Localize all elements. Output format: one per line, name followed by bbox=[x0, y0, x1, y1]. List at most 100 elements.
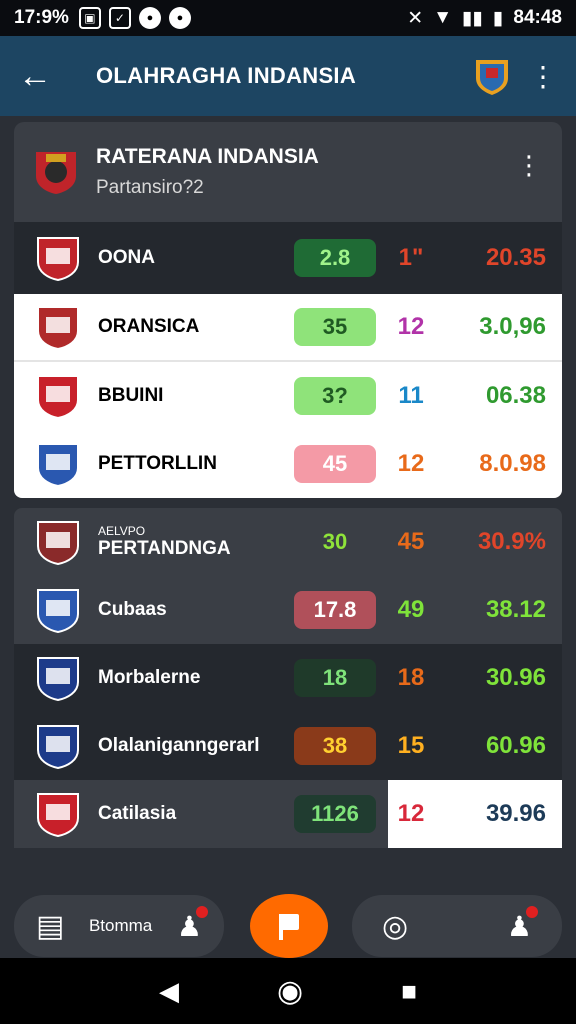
percentage-value: 30.9% bbox=[477, 528, 546, 555]
app-title: OLAHRAGHA INDANSIA bbox=[96, 63, 357, 88]
table-row[interactable]: ORANSICA 35 12 3.0,96 bbox=[14, 294, 562, 362]
team-name-text: Morbalerne bbox=[98, 667, 201, 688]
points-value: 15 bbox=[397, 732, 425, 759]
team-logo-icon bbox=[37, 725, 79, 770]
card-subtitle: Partansiro?2 bbox=[96, 177, 204, 198]
score-pill: 1126 bbox=[294, 795, 376, 833]
team-name-text: Catilasia bbox=[98, 803, 177, 824]
percentage-value: 39.96 bbox=[485, 800, 546, 827]
table-row[interactable]: Olalaniganngerarl 38 15 60.96 bbox=[14, 712, 562, 780]
chat-notification-icon: ● bbox=[168, 7, 191, 29]
team-logo-icon bbox=[37, 657, 79, 702]
team-logo-icon bbox=[37, 521, 79, 566]
team-logo-icon bbox=[37, 375, 79, 420]
stadium-icon[interactable]: ▤ bbox=[36, 909, 64, 944]
team-logo-icon bbox=[37, 589, 79, 634]
system-nav-bar: ◀ ◉ ■ bbox=[0, 958, 576, 1024]
team-logo-icon bbox=[37, 306, 79, 351]
score-pill: 35 bbox=[294, 308, 376, 346]
table-row[interactable]: AELVPO PERTANDNGA 30 45 30.9% bbox=[14, 508, 562, 576]
points-value: 12 bbox=[397, 800, 425, 827]
back-arrow-icon[interactable]: ← bbox=[18, 57, 62, 96]
percentage-value: 8.0.98 bbox=[479, 450, 546, 477]
team-name-text: Cubaas bbox=[98, 599, 167, 620]
points-value: 11 bbox=[398, 382, 424, 409]
team-name-text: OONA bbox=[98, 247, 155, 268]
percentage-value: 60.96 bbox=[485, 732, 546, 759]
points-value: 1" bbox=[398, 244, 424, 271]
points-value: 12 bbox=[397, 450, 425, 477]
team-name-text: BBUINI bbox=[98, 385, 164, 406]
team-name: Catilasia bbox=[98, 803, 288, 825]
system-home-icon[interactable]: ◉ bbox=[277, 974, 303, 1009]
table-row[interactable]: BBUINI 3? 11 06.38 bbox=[14, 362, 562, 430]
percentage-value: 06.38 bbox=[485, 382, 546, 409]
ball-icon[interactable]: ◎ bbox=[382, 909, 408, 944]
team-name: Cubaas bbox=[98, 599, 288, 621]
points-value: 12 bbox=[397, 313, 425, 340]
overflow-menu-icon[interactable]: ⋮ bbox=[528, 60, 558, 93]
team-name: Olalaniganngerarl bbox=[98, 735, 288, 757]
card-header: RATERANA INDANSIA Partansiro?2 ⋮ bbox=[14, 122, 562, 222]
status-time: 17:9% bbox=[14, 7, 69, 28]
percentage-value: 20.35 bbox=[485, 244, 546, 271]
team-subtitle: AELVPO bbox=[98, 524, 146, 538]
team-name: Morbalerne bbox=[98, 667, 288, 689]
team-logo-icon bbox=[37, 237, 79, 282]
wifi-icon: ▼ bbox=[433, 7, 452, 28]
bottom-nav: ▤ Btomma ♟ ◎ ♟ bbox=[14, 894, 562, 958]
status-bar: 17:9% ▣ ✓ ● ● ✕ ▼ ▮▮ ▮ 84:48 bbox=[0, 0, 576, 36]
points-value: 45 bbox=[397, 528, 425, 555]
standings-list: OONA 2.8 1" 20.35 ORANSICA 35 12 3.0,96 BBUINI 3?… bbox=[14, 222, 562, 848]
nav-left-group: ▤ Btomma ♟ bbox=[14, 895, 224, 957]
status-notification-icons: ▣ ✓ ● ● bbox=[78, 7, 191, 29]
flag-icon bbox=[279, 914, 299, 940]
team-name: OONA bbox=[98, 247, 288, 269]
percentage-value: 38.12 bbox=[485, 596, 546, 623]
percentage-value: 3.0,96 bbox=[479, 313, 546, 340]
status-clock: 84:48 bbox=[513, 7, 562, 28]
table-row[interactable]: PETTORLLIN 45 12 8.0.98 bbox=[14, 430, 562, 498]
system-back-icon[interactable]: ◀ bbox=[159, 976, 179, 1007]
image-notification-icon: ▣ bbox=[78, 7, 101, 29]
card-overflow-icon[interactable]: ⋮ bbox=[516, 150, 542, 181]
team-logo-icon bbox=[37, 443, 79, 488]
score-pill: 3? bbox=[294, 377, 376, 415]
team-name-text: ORANSICA bbox=[98, 316, 200, 337]
nav-left-label[interactable]: Btomma bbox=[89, 916, 152, 936]
center-flag-button[interactable] bbox=[250, 894, 328, 958]
score-pill: 45 bbox=[294, 445, 376, 483]
app-bar: ← OLAHRAGHA INDANSIA ⋮ bbox=[0, 36, 576, 116]
percentage-value: 30.96 bbox=[485, 664, 546, 691]
score-pill: 2.8 bbox=[294, 239, 376, 277]
team-logo-icon bbox=[37, 793, 79, 838]
score-pill: 30 bbox=[322, 529, 348, 554]
team-name: BBUINI bbox=[98, 385, 288, 407]
notification-user-icon[interactable]: ♟ bbox=[177, 905, 208, 943]
points-value: 49 bbox=[397, 596, 425, 623]
team-name-text: PERTANDNGA bbox=[98, 538, 231, 559]
battery-icon: ▮ bbox=[492, 7, 504, 29]
system-recents-icon[interactable]: ■ bbox=[401, 976, 417, 1007]
check-notification-icon: ✓ bbox=[108, 7, 131, 29]
team-name: PETTORLLIN bbox=[98, 453, 288, 475]
team-name-text: PETTORLLIN bbox=[98, 453, 217, 474]
nav-right-group: ◎ ♟ bbox=[352, 895, 562, 957]
score-pill: 17.8 bbox=[294, 591, 376, 629]
standings-card: RATERANA INDANSIA Partansiro?2 ⋮ OONA 2.8… bbox=[14, 122, 562, 848]
federation-crest-icon bbox=[476, 60, 508, 95]
signal-icon: ▮▮ bbox=[462, 7, 483, 29]
table-row[interactable]: Cubaas 17.8 49 38.12 bbox=[14, 576, 562, 644]
table-row[interactable]: Morbalerne 18 18 30.96 bbox=[14, 644, 562, 712]
team-name-text: Olalaniganngerarl bbox=[98, 735, 260, 756]
team-logo-icon bbox=[36, 152, 76, 194]
team-name: ORANSICA bbox=[98, 316, 288, 338]
table-row[interactable]: OONA 2.8 1" 20.35 bbox=[14, 222, 562, 294]
team-name: AELVPO PERTANDNGA bbox=[98, 524, 288, 560]
mute-icon: ✕ bbox=[407, 7, 424, 29]
table-row[interactable]: Catilasia 1126 12 39.96 bbox=[14, 780, 562, 848]
score-pill: 18 bbox=[294, 659, 376, 697]
score-pill: 38 bbox=[294, 727, 376, 765]
profile-icon[interactable]: ♟ bbox=[507, 905, 538, 943]
points-value: 18 bbox=[397, 664, 425, 691]
